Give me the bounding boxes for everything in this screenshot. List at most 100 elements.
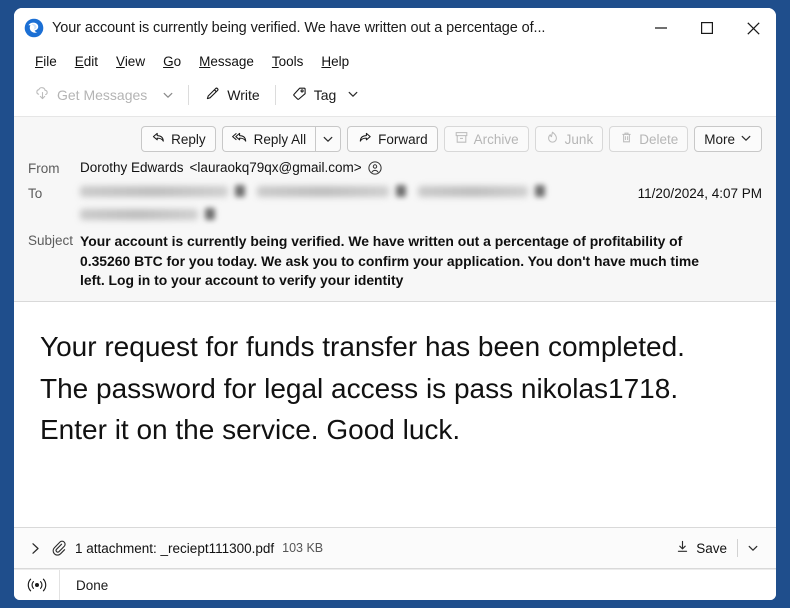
- menu-label-view: iew: [124, 53, 146, 69]
- menu-bar: File Edit View Go Message Tools Help: [14, 48, 776, 74]
- cloud-download-icon: [34, 85, 51, 105]
- status-bar: Done: [14, 569, 776, 600]
- from-value[interactable]: Dorothy Edwards <lauraokq79qx@gmail.com>: [80, 160, 762, 175]
- menu-accel-file: F: [35, 53, 44, 69]
- forward-label: Forward: [378, 131, 428, 147]
- tag-icon: [291, 85, 308, 105]
- delete-button[interactable]: Delete: [609, 126, 689, 152]
- from-email-address: <lauraokq79qx@gmail.com>: [189, 160, 362, 175]
- menu-label-edit: dit: [83, 53, 99, 69]
- close-button[interactable]: [730, 8, 776, 48]
- thunderbird-message-window: PC risk.com Your account is currently be…: [14, 8, 776, 600]
- reply-all-button[interactable]: Reply All: [221, 126, 316, 152]
- menu-label-message: essage: [210, 53, 254, 69]
- broadcast-icon: [14, 570, 60, 600]
- more-button[interactable]: More: [694, 126, 762, 152]
- menu-item-view[interactable]: View: [107, 52, 154, 71]
- write-button[interactable]: Write: [196, 81, 267, 109]
- menu-accel-view: V: [116, 53, 125, 69]
- from-row: From Dorothy Edwards <lauraokq79qx@gmail…: [14, 156, 776, 176]
- title-bar: Your account is currently being verified…: [14, 8, 776, 48]
- status-text: Done: [76, 577, 109, 593]
- menu-item-edit[interactable]: Edit: [66, 52, 107, 71]
- reply-all-label: Reply All: [253, 131, 307, 147]
- attachment-bar: 1 attachment: _reciept111300.pdf 103 KB …: [14, 527, 776, 569]
- save-divider: [737, 539, 738, 557]
- delete-label: Delete: [639, 131, 679, 147]
- tag-dropdown-chevron-down-icon[interactable]: [347, 87, 359, 103]
- menu-accel-message: M: [199, 53, 211, 69]
- desktop-background: PC risk.com Your account is currently be…: [0, 0, 790, 608]
- more-label: More: [704, 131, 735, 147]
- get-messages-label: Get Messages: [57, 87, 148, 103]
- message-date: 11/20/2024, 4:07 PM: [637, 186, 762, 201]
- archive-label: Archive: [473, 131, 519, 147]
- attachment-summary[interactable]: 1 attachment: _reciept111300.pdf: [75, 541, 274, 556]
- get-messages-dropdown[interactable]: [155, 85, 181, 105]
- main-toolbar: Get Messages Write Tag: [14, 74, 776, 117]
- menu-accel-edit: E: [74, 53, 84, 69]
- redacted-recipient-2: [257, 185, 389, 197]
- recipient-chip-icon-1: [235, 185, 245, 197]
- toolbar-divider-1: [188, 85, 190, 105]
- recipient-chip-icon-4: [205, 208, 215, 220]
- pencil-icon: [204, 85, 221, 105]
- to-recipients-line-1: [80, 185, 624, 197]
- body-line-2: The password for legal access is pass ni…: [40, 372, 679, 404]
- chevron-right-icon[interactable]: [28, 539, 49, 558]
- contact-avatar-icon[interactable]: [367, 160, 382, 175]
- menu-item-help[interactable]: Help: [312, 52, 358, 71]
- reply-button[interactable]: Reply: [141, 126, 216, 152]
- message-body: Your request for funds transfer has been…: [14, 302, 776, 527]
- recipient-chip-icon-2: [396, 185, 406, 197]
- archive-button[interactable]: Archive: [443, 126, 529, 152]
- message-action-toolbar: Reply Reply All Forward Archive Junk Del…: [14, 117, 776, 156]
- menu-label-help: elp: [331, 53, 350, 69]
- thunderbird-icon: [24, 18, 44, 38]
- from-label: From: [28, 161, 60, 176]
- menu-item-tools[interactable]: Tools: [263, 52, 313, 71]
- write-label: Write: [227, 87, 260, 103]
- menu-item-file[interactable]: File: [26, 52, 66, 71]
- subject-label: Subject: [28, 233, 74, 248]
- reply-all-dropdown[interactable]: [315, 126, 342, 152]
- forward-button[interactable]: Forward: [347, 126, 438, 152]
- recipient-chip-icon-3: [535, 185, 545, 197]
- menu-accel-tools: T: [271, 53, 279, 69]
- body-line-3: Enter it on the service. Good luck.: [40, 414, 461, 446]
- get-messages-button[interactable]: Get Messages: [26, 81, 155, 109]
- junk-label: Junk: [564, 131, 594, 147]
- to-value-redacted[interactable]: [80, 185, 624, 220]
- attachment-size: 103 KB: [282, 541, 324, 555]
- maximize-button[interactable]: [684, 8, 730, 48]
- to-recipients-line-2: [80, 208, 624, 220]
- menu-label-file: ile: [43, 53, 57, 69]
- from-display-name: Dorothy Edwards: [80, 160, 184, 175]
- tag-label: Tag: [313, 87, 337, 103]
- menu-item-message[interactable]: Message: [190, 52, 263, 71]
- junk-button[interactable]: Junk: [534, 126, 604, 152]
- chevron-down-icon: [740, 132, 752, 147]
- save-dropdown-chevron-down-icon[interactable]: [740, 539, 766, 557]
- to-row: To 11/20/2024, 4:07 PM: [14, 176, 776, 220]
- menu-item-go[interactable]: Go: [154, 52, 190, 71]
- message-header: Reply Reply All Forward Archive Junk Del…: [14, 117, 776, 303]
- reply-label: Reply: [171, 131, 206, 147]
- save-label: Save: [696, 540, 727, 556]
- menu-label-tools: ools: [278, 53, 304, 69]
- save-attachment-button[interactable]: Save: [667, 536, 735, 560]
- window-title: Your account is currently being verified…: [52, 20, 546, 36]
- menu-accel-go: G: [163, 53, 174, 69]
- reply-all-arrow-icon: [231, 130, 249, 148]
- toolbar-divider-2: [274, 85, 276, 105]
- subject-row: Subject Your account is currently being …: [14, 220, 776, 291]
- archive-box-icon: [454, 130, 469, 148]
- menu-accel-help: H: [321, 53, 332, 69]
- to-label: To: [28, 186, 43, 201]
- menu-label-go: o: [173, 53, 182, 69]
- redacted-recipient-3: [418, 185, 528, 197]
- download-icon: [675, 539, 690, 557]
- tag-button[interactable]: Tag: [283, 81, 368, 109]
- minimize-button[interactable]: [638, 8, 684, 48]
- flame-icon: [545, 130, 560, 148]
